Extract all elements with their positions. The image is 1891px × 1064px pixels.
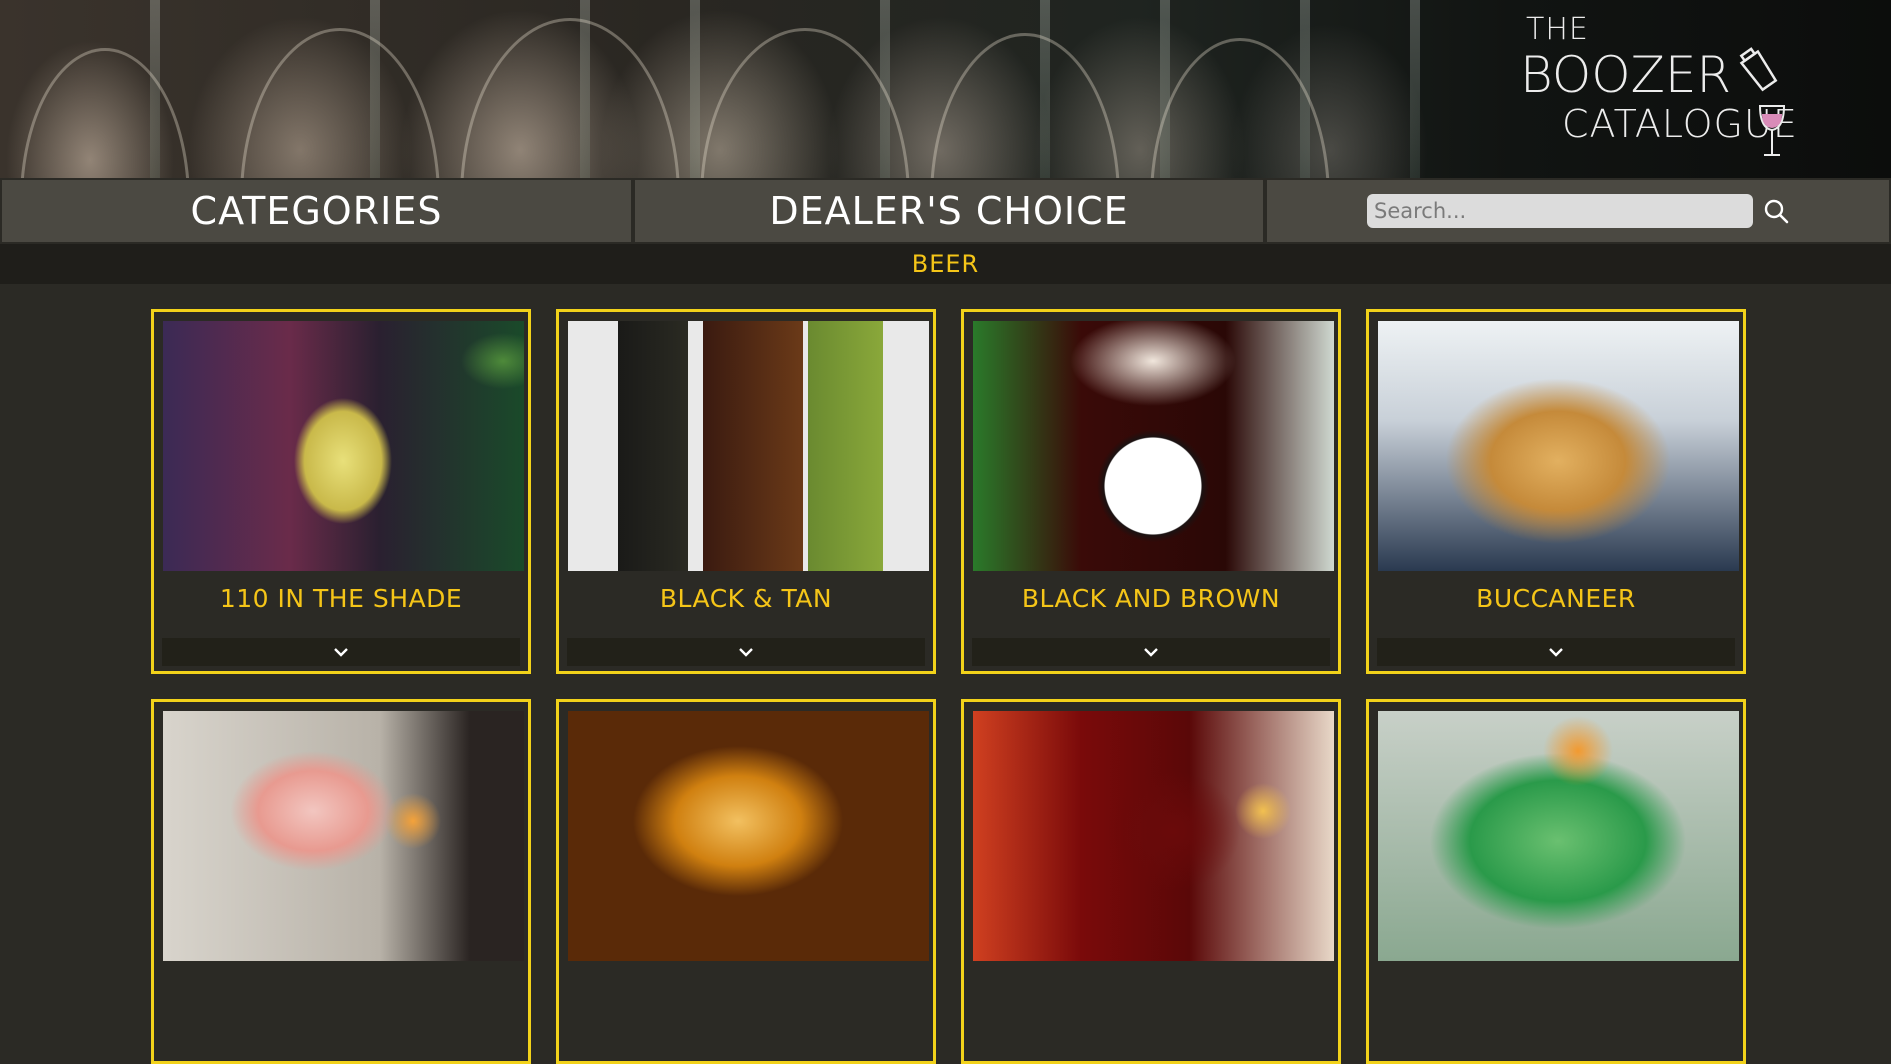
- logo-line-1: THE: [1526, 12, 1589, 47]
- drink-photo[interactable]: [1378, 321, 1739, 571]
- drink-card[interactable]: BUCCANEER: [1366, 309, 1746, 674]
- glass-bowl: [460, 18, 680, 178]
- drink-photo[interactable]: [163, 321, 524, 571]
- site-logo[interactable]: THE BOOZER CATALOGUE: [1520, 10, 1820, 165]
- drink-photo[interactable]: [568, 711, 929, 961]
- drink-card[interactable]: [961, 699, 1341, 1064]
- chevron-down-icon: [1144, 648, 1158, 657]
- drink-name[interactable]: 110 IN THE SHADE: [154, 584, 528, 613]
- category-title-bar: BEER: [0, 244, 1891, 284]
- drink-photo[interactable]: [1378, 711, 1739, 961]
- drink-photo[interactable]: [163, 711, 524, 961]
- drink-name[interactable]: BLACK AND BROWN: [964, 584, 1338, 613]
- logo-line-2: BOOZER: [1520, 46, 1732, 104]
- nav-categories[interactable]: CATEGORIES: [0, 178, 633, 244]
- wine-glass-icon: [1758, 105, 1786, 156]
- main-nav: CATEGORIES DEALER'S CHOICE: [0, 178, 1891, 244]
- glass-bowl: [20, 48, 190, 178]
- glass-stem: [1410, 0, 1420, 178]
- search-icon: [1764, 199, 1789, 224]
- nav-search: [1265, 178, 1891, 244]
- glass-bowl: [930, 33, 1120, 178]
- glass-bowl: [240, 28, 440, 178]
- drink-photo[interactable]: [973, 321, 1334, 571]
- chevron-down-icon: [739, 648, 753, 657]
- nav-categories-label[interactable]: CATEGORIES: [191, 189, 443, 233]
- drink-photo[interactable]: [973, 711, 1334, 961]
- search-input[interactable]: [1367, 194, 1753, 228]
- drink-photo[interactable]: [568, 321, 929, 571]
- drink-name[interactable]: BUCCANEER: [1369, 584, 1743, 613]
- expand-button[interactable]: [972, 638, 1330, 666]
- nav-dealers-choice-label[interactable]: DEALER'S CHOICE: [769, 189, 1128, 233]
- search-button[interactable]: [1761, 196, 1791, 226]
- nav-dealers-choice[interactable]: DEALER'S CHOICE: [633, 178, 1265, 244]
- chevron-down-icon: [1549, 648, 1563, 657]
- drink-card[interactable]: BLACK AND BROWN: [961, 309, 1341, 674]
- drink-card[interactable]: [556, 699, 936, 1064]
- category-title: BEER: [911, 250, 980, 278]
- expand-button[interactable]: [162, 638, 520, 666]
- expand-button[interactable]: [1377, 638, 1735, 666]
- drink-card[interactable]: [1366, 699, 1746, 1064]
- glass-stem: [690, 0, 700, 178]
- hero-banner: THE BOOZER CATALOGUE: [0, 0, 1891, 178]
- cocktail-shaker-icon: [1739, 47, 1778, 92]
- expand-button[interactable]: [567, 638, 925, 666]
- drink-name[interactable]: BLACK & TAN: [559, 584, 933, 613]
- chevron-down-icon: [334, 648, 348, 657]
- drink-card[interactable]: BLACK & TAN: [556, 309, 936, 674]
- drink-card[interactable]: 110 IN THE SHADE: [151, 309, 531, 674]
- glass-bowl: [700, 28, 910, 178]
- drink-card[interactable]: [151, 699, 531, 1064]
